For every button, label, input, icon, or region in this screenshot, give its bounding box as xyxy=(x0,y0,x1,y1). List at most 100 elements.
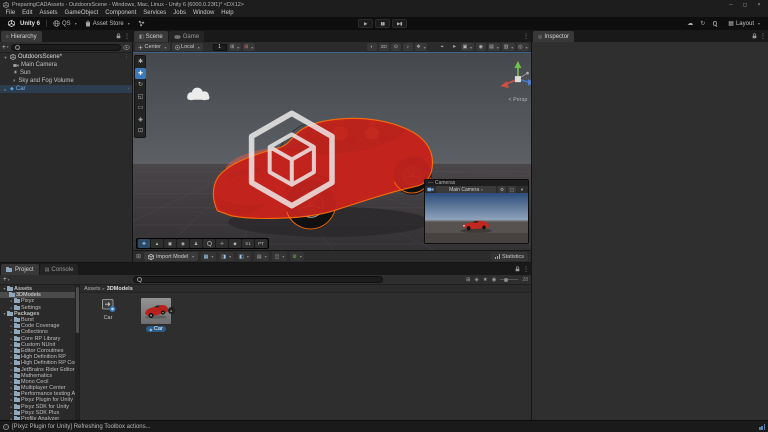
pixyz-tool-dropdown-4[interactable]: ▤ xyxy=(254,252,270,261)
import-model-button[interactable]: Import Model xyxy=(144,252,199,261)
scene-visibility-icon[interactable] xyxy=(123,44,130,50)
pixyz-tool-dropdown-1[interactable]: ▦ xyxy=(201,252,216,261)
tool-orientation-dropdown[interactable]: Local xyxy=(171,43,203,51)
move-tool[interactable]: ✚ xyxy=(135,67,146,79)
camera-settings-dropdown[interactable]: ▤ xyxy=(487,43,501,51)
pixyz-tool-dropdown-5[interactable]: ◫ xyxy=(272,252,287,261)
create-asset-button[interactable]: + xyxy=(3,276,10,283)
sync-icon[interactable]: ↻ xyxy=(700,20,705,27)
close-button[interactable]: × xyxy=(752,0,766,9)
search-by-type-icon[interactable]: ⊞ xyxy=(466,277,471,283)
asset-item-car-prefab[interactable]: ▸ ◆ Car xyxy=(138,298,175,332)
menu-gameobject[interactable]: GameObject xyxy=(61,10,102,16)
pixyz-tool-dropdown-6[interactable]: ⚙ xyxy=(289,252,305,261)
hidden-packages-badge[interactable]: 28 xyxy=(522,277,528,283)
hidden-objects-button[interactable]: ⌖ xyxy=(437,43,447,51)
pixyz-tool-dropdown-2[interactable]: ◨ xyxy=(218,252,234,261)
tab-game[interactable]: Game xyxy=(168,31,205,42)
breadcrumb-current[interactable]: 3DModels xyxy=(107,286,133,292)
more-icon[interactable]: ⋮ xyxy=(124,33,130,40)
audio-toggle-button[interactable]: ♪ xyxy=(402,43,413,51)
toolbox-pt-button[interactable]: PT xyxy=(255,239,267,248)
tab-hierarchy[interactable]: ≡ Hierarchy xyxy=(1,31,42,42)
persp-label[interactable]: < Persp xyxy=(508,97,527,103)
toolbox-s1-button[interactable]: S1 xyxy=(242,239,254,248)
tab-project[interactable]: Project xyxy=(1,264,39,275)
camera-settings-button[interactable]: ⚙ xyxy=(498,186,506,193)
lock-icon[interactable] xyxy=(752,33,757,39)
hierarchy-item-scene-root[interactable]: ▼ OutdoorsScene* ⋮ xyxy=(0,53,132,61)
more-icon[interactable]: ⋮ xyxy=(523,266,529,273)
thumbnail-size-slider[interactable] xyxy=(500,277,519,282)
custom-tool[interactable]: ⊡ xyxy=(135,125,146,137)
lighting-toggle-button[interactable]: ⊙ xyxy=(390,43,401,51)
snap-increment-dropdown[interactable]: ⊞ xyxy=(242,43,255,51)
camera-select-dropdown[interactable]: Main Camera ▾ xyxy=(436,186,496,193)
asset-store-dropdown[interactable]: Asset Store xyxy=(81,19,134,28)
more-icon[interactable]: ⋮ xyxy=(523,33,529,40)
hierarchy-item-main-camera[interactable]: Main Camera xyxy=(0,61,132,69)
toolbox-decimate-button[interactable]: ♟ xyxy=(190,239,202,248)
asset-item-car-model[interactable]: Car xyxy=(90,298,126,332)
grid-size-field[interactable]: 1 xyxy=(212,43,227,51)
more-icon[interactable]: ⋮ xyxy=(760,33,766,40)
status-bar[interactable]: i [Pixyz Plugin for Unity] Refreshing To… xyxy=(0,420,768,432)
search-icon[interactable] xyxy=(712,21,718,27)
hierarchy-item-sky-fog-volume[interactable]: ◐ Sky and Fog Volume xyxy=(0,77,132,85)
lock-icon[interactable] xyxy=(116,33,121,39)
hierarchy-item-sun[interactable]: ☀ Sun xyxy=(0,69,132,77)
toolbox-orient-button[interactable]: ▲ xyxy=(151,239,163,248)
rect-tool[interactable]: ▭ xyxy=(135,102,146,114)
play-button[interactable]: ▶ xyxy=(358,19,373,28)
toolbox-merge-button[interactable]: ✛ xyxy=(216,239,228,248)
scene-viewport[interactable]: < Persp ✱ ✚ ↻ ◱ ▭ ◈ ⊡ ✚ ▲ ▣ ◉ ♟ ✛ ◆ S1 P… xyxy=(133,53,531,250)
tab-scene[interactable]: ◧ Scene xyxy=(134,31,168,42)
scene-visibility-button[interactable]: ◉ xyxy=(475,43,486,51)
step-button[interactable]: ▶▮ xyxy=(392,19,407,28)
menu-help[interactable]: Help xyxy=(218,10,237,16)
component-visibility-dropdown[interactable]: ▣ xyxy=(461,43,474,51)
pixyz-tool-dropdown-3[interactable]: ◧ xyxy=(236,252,252,261)
add-gameobject-button[interactable]: + xyxy=(2,44,9,51)
search-by-label-icon[interactable]: ◈ xyxy=(474,277,478,283)
maximize-button[interactable]: ◻ xyxy=(738,0,752,9)
tab-console[interactable]: ▤ Console xyxy=(39,264,79,275)
menu-services[interactable]: Services xyxy=(140,10,170,16)
menu-assets[interactable]: Assets xyxy=(36,10,61,16)
minimize-button[interactable]: ─ xyxy=(724,0,738,9)
scale-tool[interactable]: ◱ xyxy=(135,91,146,103)
menu-component[interactable]: Component xyxy=(102,10,140,16)
pause-button[interactable]: ▮▮ xyxy=(375,19,390,28)
breadcrumb-root[interactable]: Assets xyxy=(84,286,101,292)
toolbox-sphere-button[interactable]: ◉ xyxy=(177,239,189,248)
subasset-expand-icon[interactable]: ▸ xyxy=(168,307,175,314)
shading-mode-button[interactable]: ◐ xyxy=(366,43,377,51)
rotate-tool[interactable]: ↻ xyxy=(135,79,146,91)
save-search-icon[interactable]: ★ xyxy=(483,277,488,283)
effects-dropdown[interactable]: ❖ xyxy=(414,43,428,51)
menu-window[interactable]: Window xyxy=(189,10,217,16)
hierarchy-search-input[interactable] xyxy=(10,43,121,51)
lock-icon[interactable] xyxy=(515,266,520,272)
grid-snap-dropdown[interactable]: ⊞ xyxy=(228,43,241,51)
tool-pivot-dropdown[interactable]: Center xyxy=(135,43,170,51)
transform-tool[interactable]: ◈ xyxy=(135,114,146,126)
tab-inspector[interactable]: ◎ Inspector xyxy=(533,31,575,42)
toolbox-diamond-button[interactable]: ◆ xyxy=(229,239,241,248)
menu-edit[interactable]: Edit xyxy=(19,10,36,16)
project-search-input[interactable] xyxy=(132,276,383,283)
toolbox-move-button[interactable]: ✚ xyxy=(138,239,150,248)
activity-indicator-icon[interactable] xyxy=(759,424,765,430)
camera-fly-button[interactable]: ➤ xyxy=(449,43,459,51)
camera-expand-button[interactable]: ▢ xyxy=(508,186,516,193)
prefab-open-arrow-icon[interactable]: › xyxy=(127,86,129,92)
more-icon[interactable]: ⋮ xyxy=(124,54,129,60)
cloud-icon[interactable]: ☁ xyxy=(687,20,693,27)
statistics-button[interactable]: Statistics xyxy=(490,252,528,261)
view-hand-tool[interactable]: ✱ xyxy=(135,56,146,68)
layout-dropdown[interactable]: ▦ Layout xyxy=(724,19,764,28)
grid-toggle-icon[interactable]: ⊞ xyxy=(136,253,141,260)
toolbox-uv-button[interactable]: ▣ xyxy=(164,239,176,248)
camera-more-dropdown[interactable]: ▾ xyxy=(518,186,526,193)
2d-toggle-button[interactable]: 2D xyxy=(378,43,389,51)
